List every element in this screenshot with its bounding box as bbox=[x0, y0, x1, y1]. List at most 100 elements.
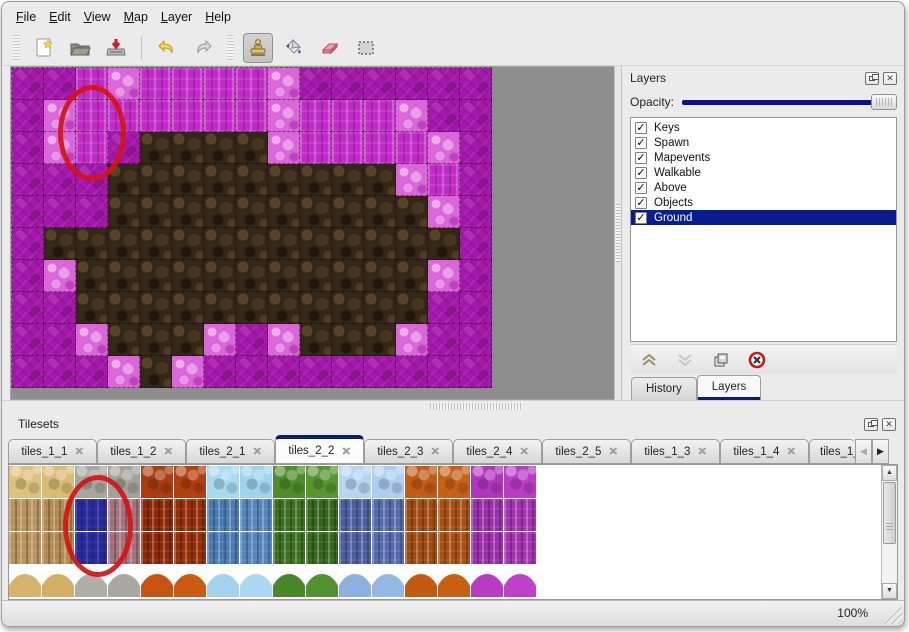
map-tile[interactable] bbox=[172, 356, 204, 388]
tileset-tile-lava[interactable] bbox=[174, 565, 206, 597]
layer-row-objects[interactable]: ✓Objects bbox=[631, 195, 896, 210]
tileset-tile-pebble-orange[interactable] bbox=[405, 565, 437, 597]
map-tile[interactable] bbox=[172, 292, 204, 324]
map-tile[interactable] bbox=[204, 164, 236, 196]
map-tile[interactable] bbox=[268, 100, 300, 132]
tileset-tile-cell-purple[interactable] bbox=[471, 466, 503, 498]
map-tile[interactable] bbox=[12, 100, 44, 132]
map-tile[interactable] bbox=[364, 68, 396, 100]
resize-grip[interactable] bbox=[884, 606, 902, 624]
tileset-tile-rock-mauve[interactable] bbox=[108, 565, 140, 597]
map-tile[interactable] bbox=[108, 356, 140, 388]
stamp-tool-button[interactable] bbox=[243, 33, 273, 63]
horizontal-splitter[interactable] bbox=[2, 400, 904, 412]
map-tile[interactable] bbox=[108, 292, 140, 324]
tileset-tile-pebble-orange[interactable] bbox=[438, 532, 470, 564]
tileset-tile-rock-selected[interactable] bbox=[75, 532, 107, 564]
map-tile[interactable] bbox=[332, 164, 364, 196]
layer-visibility-checkbox[interactable]: ✓ bbox=[635, 122, 647, 134]
map-tile[interactable] bbox=[268, 228, 300, 260]
map-tile[interactable] bbox=[428, 132, 460, 164]
layer-row-mapevents[interactable]: ✓Mapevents bbox=[631, 150, 896, 165]
map-tile[interactable] bbox=[396, 228, 428, 260]
map-tile[interactable] bbox=[12, 260, 44, 292]
map-tile[interactable] bbox=[332, 100, 364, 132]
rect-select-tool-button[interactable] bbox=[351, 33, 381, 63]
map-tile[interactable] bbox=[12, 132, 44, 164]
save-file-button[interactable] bbox=[101, 33, 131, 63]
tileset-tile-pebble-orange[interactable] bbox=[438, 466, 470, 498]
tileset-tile-pebble-orange[interactable] bbox=[438, 565, 470, 597]
map-tile[interactable] bbox=[204, 292, 236, 324]
tileset-view[interactable]: ▲ ▼ bbox=[8, 464, 898, 600]
map-tile[interactable] bbox=[76, 260, 108, 292]
tileset-tile-lava[interactable] bbox=[141, 466, 173, 498]
scroll-up-icon[interactable]: ▲ bbox=[882, 465, 897, 481]
map-tile[interactable] bbox=[268, 196, 300, 228]
map-tile[interactable] bbox=[332, 68, 364, 100]
opacity-slider[interactable] bbox=[682, 94, 897, 110]
map-tile[interactable] bbox=[12, 164, 44, 196]
map-tile[interactable] bbox=[44, 100, 76, 132]
map-tile[interactable] bbox=[268, 324, 300, 356]
tileset-tile-cell-purple[interactable] bbox=[471, 532, 503, 564]
menu-item-file[interactable]: File bbox=[16, 10, 36, 24]
tileset-tile-vine-green[interactable] bbox=[306, 499, 338, 531]
tab-close-icon[interactable]: ✕ bbox=[74, 445, 83, 458]
tileset-tile-rock-mauve[interactable] bbox=[108, 466, 140, 498]
tileset-tab-tiles_1_[interactable]: tiles_1_✕ bbox=[809, 439, 855, 464]
map-tile[interactable] bbox=[364, 100, 396, 132]
dock-tab-layers[interactable]: Layers bbox=[697, 375, 762, 400]
dock-tab-history[interactable]: History bbox=[631, 377, 697, 400]
map-tile[interactable] bbox=[76, 164, 108, 196]
layer-row-walkable[interactable]: ✓Walkable bbox=[631, 165, 896, 180]
layer-row-keys[interactable]: ✓Keys bbox=[631, 120, 896, 135]
tab-scroll-right-button[interactable]: ▶ bbox=[872, 439, 889, 464]
map-tile[interactable] bbox=[460, 228, 492, 260]
map-tile[interactable] bbox=[44, 292, 76, 324]
vertical-splitter[interactable] bbox=[614, 66, 622, 400]
map-tile[interactable] bbox=[364, 196, 396, 228]
map-tile[interactable] bbox=[300, 324, 332, 356]
map-tile[interactable] bbox=[44, 196, 76, 228]
map-tile[interactable] bbox=[428, 100, 460, 132]
map-tile[interactable] bbox=[428, 196, 460, 228]
map-tile[interactable] bbox=[140, 260, 172, 292]
map-tile[interactable] bbox=[332, 196, 364, 228]
map-tile[interactable] bbox=[140, 132, 172, 164]
tab-close-icon[interactable]: ✕ bbox=[608, 445, 617, 458]
map-tile[interactable] bbox=[44, 260, 76, 292]
tab-close-icon[interactable]: ✕ bbox=[519, 445, 528, 458]
tileset-tile-ice[interactable] bbox=[240, 532, 272, 564]
map-tile[interactable] bbox=[172, 100, 204, 132]
tileset-tile-rock-mauve[interactable] bbox=[108, 532, 140, 564]
map-tile[interactable] bbox=[204, 100, 236, 132]
map-tile[interactable] bbox=[300, 260, 332, 292]
map-tile[interactable] bbox=[140, 164, 172, 196]
tileset-tab-tiles_1_1[interactable]: tiles_1_1✕ bbox=[8, 439, 97, 464]
tileset-tab-tiles_2_2[interactable]: tiles_2_2✕ bbox=[275, 435, 364, 464]
map-tile[interactable] bbox=[76, 132, 108, 164]
layer-visibility-checkbox[interactable]: ✓ bbox=[635, 212, 647, 224]
map-tile[interactable] bbox=[204, 228, 236, 260]
map-tile[interactable] bbox=[140, 324, 172, 356]
tileset-tile-crystal[interactable] bbox=[372, 499, 404, 531]
menu-item-map[interactable]: Map bbox=[124, 10, 148, 24]
tileset-grid[interactable] bbox=[9, 466, 536, 597]
tileset-tile-lava[interactable] bbox=[141, 532, 173, 564]
tileset-tile-lava[interactable] bbox=[141, 565, 173, 597]
map-tile[interactable] bbox=[396, 132, 428, 164]
tab-close-icon[interactable]: ✕ bbox=[163, 445, 172, 458]
map-tile[interactable] bbox=[236, 356, 268, 388]
map-tile[interactable] bbox=[108, 164, 140, 196]
map-tile[interactable] bbox=[428, 324, 460, 356]
layer-visibility-checkbox[interactable]: ✓ bbox=[635, 137, 647, 149]
map-tile[interactable] bbox=[236, 132, 268, 164]
map-tile[interactable] bbox=[396, 164, 428, 196]
menu-item-layer[interactable]: Layer bbox=[161, 10, 192, 24]
map-tile[interactable] bbox=[12, 324, 44, 356]
map-tile[interactable] bbox=[364, 356, 396, 388]
map-tile[interactable] bbox=[108, 260, 140, 292]
map-tile[interactable] bbox=[108, 196, 140, 228]
map-tile[interactable] bbox=[172, 260, 204, 292]
